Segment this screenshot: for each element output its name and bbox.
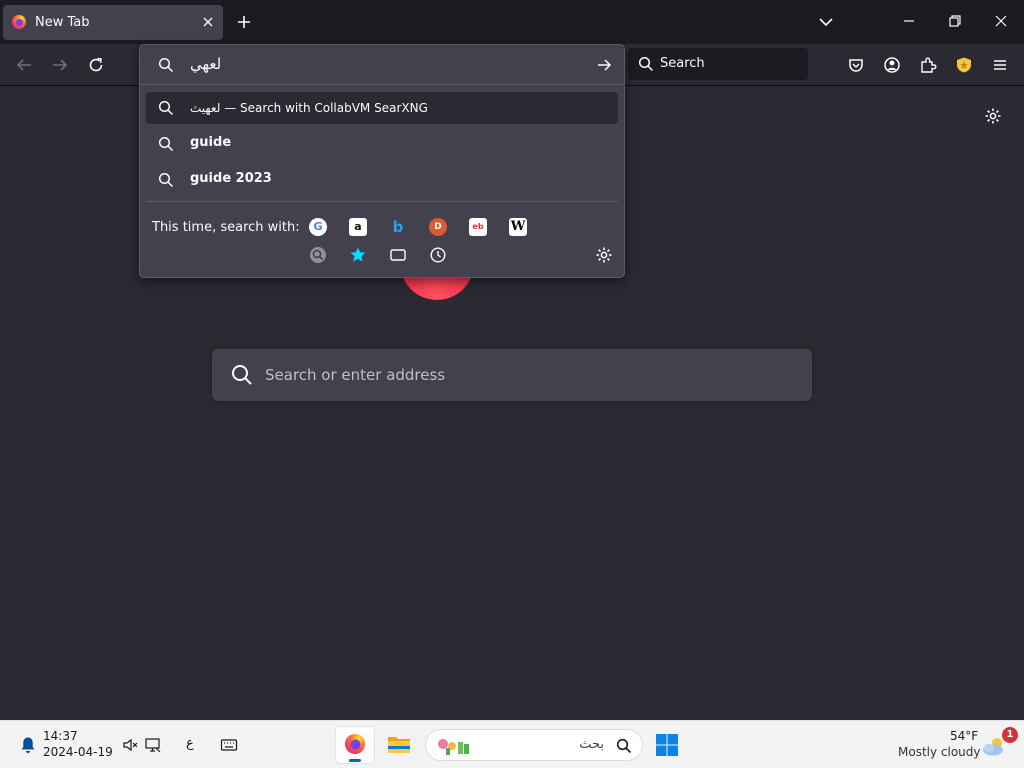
url-input[interactable]: لعهي (140, 45, 624, 85)
search-settings-gear-icon[interactable] (595, 246, 613, 264)
weather-description[interactable]: Mostly cloudy (898, 745, 981, 759)
newtab-search-bar[interactable]: Search or enter address (212, 349, 812, 401)
gear-icon[interactable] (984, 107, 1002, 125)
restore-icon[interactable] (948, 14, 962, 28)
suggestion-text: لعهيث — Search with CollabVM SearXNG (190, 101, 428, 115)
close-window-icon[interactable] (994, 14, 1008, 28)
notification-badge: 1 (1002, 727, 1018, 743)
flowers-decoration-icon (438, 739, 469, 755)
ebay-icon[interactable]: eb (469, 218, 487, 236)
back-arrow-icon[interactable] (15, 56, 33, 74)
forward-arrow-icon[interactable] (51, 56, 69, 74)
taskbar-file-explorer[interactable] (380, 727, 418, 763)
search-icon (158, 57, 174, 73)
tab-new-tab[interactable]: New Tab (3, 5, 223, 40)
shield-extension-icon[interactable] (955, 56, 973, 74)
notification-bell-icon[interactable] (20, 736, 36, 754)
search-icon (158, 136, 174, 152)
pocket-icon[interactable] (847, 56, 865, 74)
search-icon (638, 56, 654, 72)
wikipedia-icon[interactable]: W (509, 218, 527, 236)
search-icon (158, 100, 174, 116)
reload-icon[interactable] (87, 56, 105, 74)
searxng-icon[interactable] (309, 246, 327, 264)
minimize-icon[interactable] (902, 14, 916, 28)
history-icon[interactable] (429, 246, 447, 264)
toolbar-search-box[interactable]: Search (628, 48, 808, 80)
search-icon (232, 365, 252, 385)
account-icon[interactable] (883, 56, 901, 74)
extensions-icon[interactable] (919, 56, 937, 74)
taskbar-search-text: بحث (579, 737, 604, 752)
divider (146, 201, 618, 202)
suggestion-text: guide (190, 135, 232, 150)
oneoff-label: This time, search with: (152, 220, 300, 235)
active-app-indicator (349, 759, 361, 762)
newtab-search-placeholder: Search or enter address (265, 366, 446, 384)
windows-start-icon[interactable] (656, 734, 678, 756)
suggestion-guide-2023[interactable]: guide 2023 (146, 164, 618, 196)
suggestion-searxng[interactable]: لعهيث — Search with CollabVM SearXNG (146, 92, 618, 124)
close-tab-icon[interactable] (201, 15, 215, 29)
clock-date[interactable]: 2024-04-19 (43, 745, 113, 759)
go-arrow-icon[interactable] (596, 57, 612, 73)
amazon-icon[interactable]: a (349, 218, 367, 236)
search-icon (616, 738, 632, 754)
taskbar-search-box[interactable]: بحث (425, 729, 643, 761)
google-icon[interactable]: G (309, 218, 327, 236)
taskbar-firefox[interactable] (336, 727, 374, 763)
duckduckgo-icon[interactable]: D (429, 218, 447, 236)
firefox-icon (345, 734, 365, 754)
firefox-icon (12, 15, 26, 29)
suggestion-guide[interactable]: guide (146, 128, 618, 160)
weather-temperature[interactable]: 54°F (950, 729, 978, 743)
search-icon (158, 172, 174, 188)
network-icon[interactable] (144, 736, 162, 754)
bookmarks-icon[interactable] (349, 246, 367, 264)
toolbar-search-placeholder: Search (660, 56, 705, 71)
urlbar-dropdown: لعهي لعهيث — Search with CollabVM SearXN… (139, 44, 625, 278)
clock-time[interactable]: 14:37 (43, 729, 78, 743)
url-typed-text: لعهي (190, 55, 222, 73)
tabs-icon[interactable] (389, 246, 407, 264)
keyboard-icon[interactable] (220, 736, 238, 754)
taskbar: 14:37 2024-04-19 ع بحث 54°F Mostly cloud… (0, 720, 1024, 768)
new-tab-plus-icon[interactable] (236, 14, 252, 30)
suggestion-text: guide 2023 (190, 171, 272, 186)
chevron-down-icon[interactable] (818, 14, 834, 30)
input-language-indicator[interactable]: ع (186, 736, 194, 751)
speaker-muted-icon[interactable] (121, 736, 139, 754)
bing-icon[interactable]: b (389, 218, 407, 236)
tab-bar: New Tab (0, 0, 1024, 44)
folder-icon (388, 737, 410, 753)
hamburger-menu-icon[interactable] (991, 56, 1009, 74)
tab-title: New Tab (35, 15, 90, 30)
